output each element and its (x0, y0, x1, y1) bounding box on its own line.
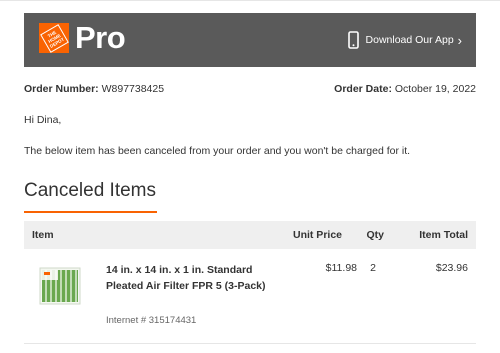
table-row: 14 in. x 14 in. x 1 in. Standard Pleated… (24, 249, 476, 341)
download-app-label: Download Our App (365, 34, 454, 46)
order-number-label: Order Number: (24, 83, 99, 95)
order-number-value: W897738425 (101, 83, 165, 95)
column-header-qty: Qty (366, 229, 384, 241)
column-header-unit-price: Unit Price (292, 229, 342, 241)
download-app-link[interactable]: Download Our App › (347, 13, 462, 67)
unit-price: $11.98 (325, 262, 357, 274)
column-header-item-total: Item Total (419, 229, 468, 241)
quantity: 2 (370, 262, 376, 274)
phone-icon (347, 31, 359, 49)
product-name-link[interactable]: 14 in. x 14 in. x 1 in. Standard Pleated… (106, 262, 276, 294)
item-total: $23.96 (435, 262, 468, 274)
items-table-header: Item Unit Price Qty Item Total (24, 221, 476, 249)
home-depot-pro-logo[interactable]: THE HOME DEPOT Pro (39, 20, 126, 55)
order-number: Order Number: W897738425 (24, 83, 164, 95)
cancellation-message: The below item has been canceled from yo… (24, 145, 411, 157)
order-date-label: Order Date: (334, 83, 392, 95)
section-title-underline (24, 211, 157, 213)
row-divider (24, 343, 476, 344)
pro-wordmark: Pro (75, 20, 126, 55)
product-image[interactable] (37, 264, 83, 308)
chevron-right-icon: › (457, 32, 462, 48)
column-header-item: Item (32, 229, 54, 241)
section-title: Canceled Items (24, 180, 157, 201)
greeting: Hi Dina, (24, 114, 62, 126)
home-depot-logo-icon: THE HOME DEPOT (39, 23, 69, 53)
email-header: THE HOME DEPOT Pro Download Our App › (24, 13, 476, 67)
top-divider (0, 0, 500, 1)
order-date: Order Date: October 19, 2022 (334, 83, 476, 95)
order-date-value: October 19, 2022 (394, 83, 476, 95)
internet-number: Internet # 315174431 (106, 315, 197, 326)
